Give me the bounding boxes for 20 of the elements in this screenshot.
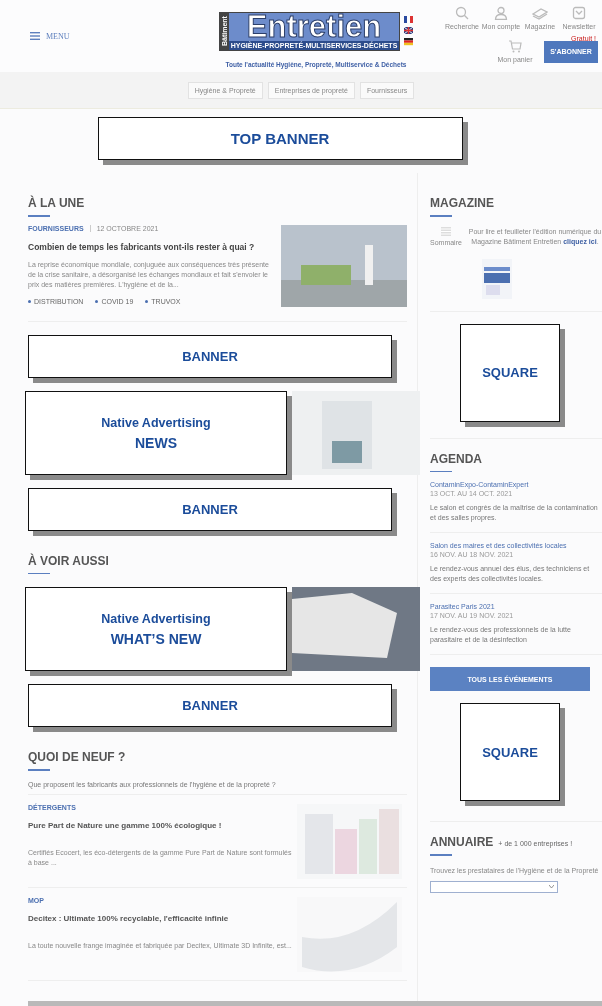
menu-button[interactable]: MENU xyxy=(0,0,190,72)
magazine-cover-placeholder[interactable] xyxy=(482,258,512,299)
section-heading: QUOI DE NEUF ? xyxy=(28,750,126,766)
section-heading: À LA UNE xyxy=(28,196,85,212)
section-heading: À VOIR AUSSI xyxy=(28,553,109,570)
section-heading: ANNUAIRE xyxy=(430,835,494,851)
section-heading: MAGAZINE xyxy=(430,196,494,212)
article-title[interactable]: Decitex : Ultimate 100% recyclable, l'efficacité infinie xyxy=(28,913,297,923)
magazine-icon xyxy=(532,6,548,20)
person-icon xyxy=(494,6,508,20)
menu-icon xyxy=(30,32,40,40)
section-heading: AGENDA xyxy=(430,451,482,468)
list-icon xyxy=(440,226,451,236)
cart-icon xyxy=(508,40,522,53)
article-title[interactable]: Pure Part de Nature une gamme 100% écologique ! xyxy=(28,820,297,830)
search-icon xyxy=(455,6,469,20)
envelope-icon xyxy=(572,6,586,20)
select-field[interactable] xyxy=(430,880,558,893)
chevron-down-icon xyxy=(549,885,554,888)
article-title[interactable]: Combien de temps les fabricants vont-ils rester à quai ? xyxy=(28,241,271,252)
